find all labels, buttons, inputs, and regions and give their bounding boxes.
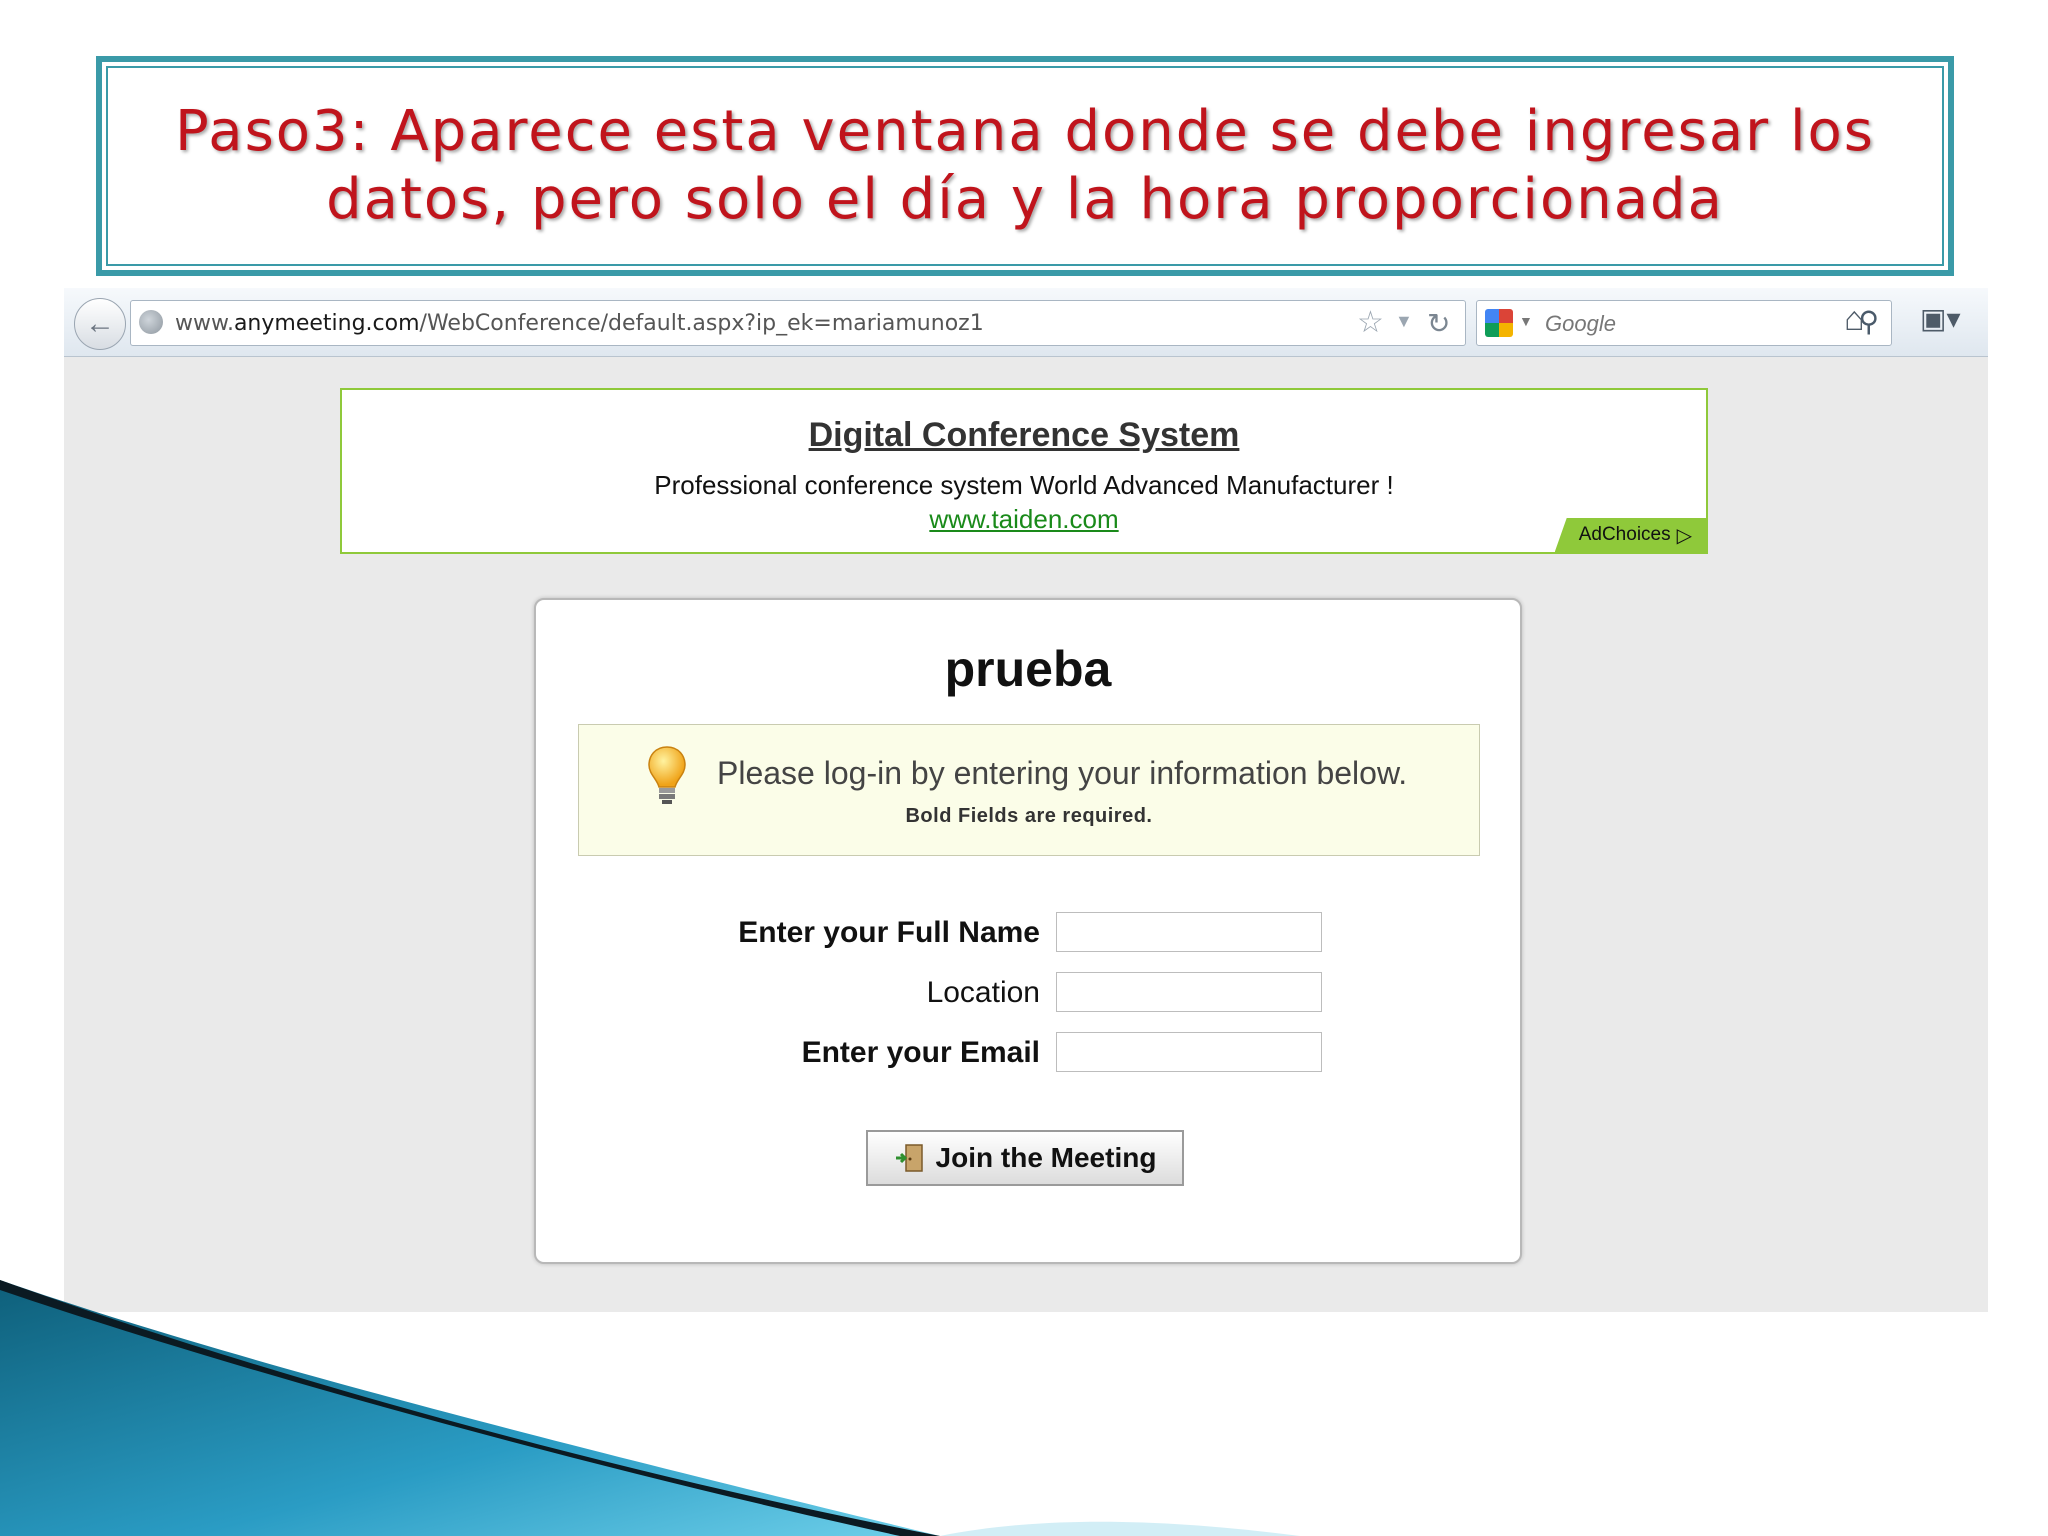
email-input[interactable] [1056,1032,1322,1072]
full-name-input[interactable] [1056,912,1322,952]
notice-box: Please log-in by entering your informati… [578,724,1480,856]
home-icon[interactable]: ⌂ [1844,300,1865,339]
url-path: /WebConference/default.aspx?ip_ek=mariam… [419,311,984,336]
globe-icon [139,310,163,334]
slide-title-box: Paso3: Aparece esta ventana donde se deb… [96,56,1954,276]
search-bar[interactable]: ▼ Google ⚲ [1476,300,1892,346]
search-engine-dropdown-icon[interactable]: ▼ [1519,313,1533,329]
google-icon[interactable] [1485,309,1513,337]
url-domain: anymeeting.com [233,311,420,336]
ad-description: Professional conference system World Adv… [654,470,1394,500]
login-card: prueba Please log-in by entering your in… [534,598,1522,1264]
browser-toolbar: ← www.anymeeting.com/WebConference/defau… [64,288,1988,357]
decorative-swoosh [0,1280,1300,1536]
address-bar[interactable]: www.anymeeting.com/WebConference/default… [130,300,1466,346]
meeting-title: prueba [944,641,1112,697]
bookmarks-icon[interactable]: ▣▾ [1920,302,1964,336]
join-meeting-button[interactable]: Join the Meeting [866,1130,1184,1186]
adchoices-button[interactable]: AdChoices ▷ [1554,518,1706,552]
ad-banner[interactable]: Digital Conference System Professional c… [340,388,1708,554]
slide-title: Paso3: Aparece esta ventana donde se deb… [175,98,1875,234]
location-input[interactable] [1056,972,1322,1012]
slide-title-frame: Paso3: Aparece esta ventana donde se deb… [106,66,1944,266]
slide-title-line-2: datos, pero solo el día y la hora propor… [326,167,1724,232]
location-row: Location [536,972,1524,1016]
notice-subtext: Bold Fields are required. [905,805,1153,827]
email-row: Enter your Email [536,1032,1524,1076]
back-icon: ← [85,307,115,340]
adchoices-label: AdChoices [1578,524,1671,545]
star-icon[interactable]: ☆ [1357,305,1384,340]
adchoices-icon: ▷ [1676,524,1692,547]
search-placeholder: Google [1545,311,1616,336]
url-prefix: www. [175,311,234,336]
reload-icon[interactable]: ↻ [1427,307,1450,340]
join-meeting-label: Join the Meeting [935,1142,1157,1173]
back-button[interactable]: ← [74,298,126,350]
url-text: www.anymeeting.com/WebConference/default… [175,311,984,336]
email-label: Enter your Email [801,1036,1040,1069]
door-enter-icon [895,1144,923,1172]
browser-window: ← www.anymeeting.com/WebConference/defau… [64,288,1988,1312]
full-name-row: Enter your Full Name [536,912,1524,956]
ad-url-link[interactable]: www.taiden.com [342,504,1706,535]
notice-text: Please log-in by entering your informati… [717,755,1408,791]
location-label: Location [926,976,1040,1009]
lightbulb-icon [648,746,686,804]
slide-title-line-1: Paso3: Aparece esta ventana donde se deb… [175,99,1875,164]
history-dropdown-icon[interactable]: ▼ [1395,311,1413,332]
ad-title[interactable]: Digital Conference System [342,416,1706,455]
full-name-label: Enter your Full Name [738,916,1040,949]
